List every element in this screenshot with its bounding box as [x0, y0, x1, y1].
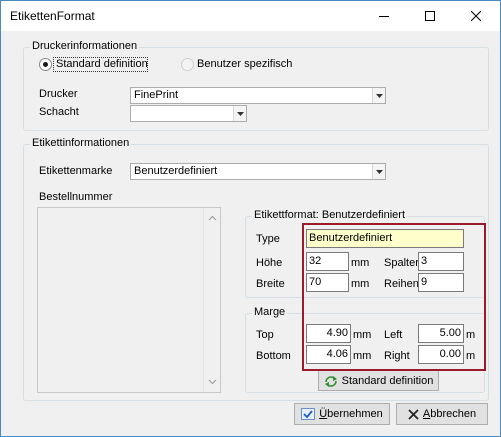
- dialog-window: EtikettenFormat Druckerinformationen Sta…: [0, 0, 501, 437]
- etikettenmarke-select-value: Benutzerdefiniert: [134, 165, 218, 177]
- drucker-label: Drucker: [39, 88, 78, 100]
- schacht-select[interactable]: [130, 105, 247, 122]
- bottom-label: Bottom: [256, 350, 291, 362]
- breite-label: Breite: [256, 278, 285, 290]
- title-bar: EtikettenFormat: [1, 1, 500, 31]
- maximize-icon: [425, 11, 435, 21]
- abbrechen-button-label: Abbrechen: [423, 408, 476, 420]
- scroll-up-icon[interactable]: [208, 214, 217, 223]
- dropdown-arrow-icon[interactable]: [372, 88, 385, 103]
- radio-benutzer-label[interactable]: Benutzer spezifisch: [197, 58, 292, 70]
- highlight-frame: [302, 223, 486, 371]
- radio-benutzer-spezifisch[interactable]: [181, 58, 194, 71]
- marge-legend: Marge: [252, 306, 288, 318]
- scroll-down-icon[interactable]: [208, 377, 217, 386]
- standard-definition-button-label: Standard definition: [341, 374, 434, 387]
- maximize-button[interactable]: [407, 1, 453, 31]
- top-label: Top: [256, 329, 274, 341]
- uebernehmen-button-label: Übernehmen: [319, 408, 383, 420]
- drucker-select[interactable]: FinePrint: [130, 87, 386, 104]
- checkmark-icon: [301, 408, 316, 420]
- etikettinformationen-legend: Etikettinformationen: [30, 137, 132, 149]
- vertical-scrollbar[interactable]: [203, 208, 220, 392]
- etikettenmarke-label: Etikettenmarke: [39, 165, 113, 177]
- drucker-select-value: FinePrint: [134, 89, 179, 101]
- etikettenmarke-select[interactable]: Benutzerdefiniert: [130, 163, 386, 180]
- dropdown-arrow-icon[interactable]: [372, 164, 385, 179]
- bestellnummer-list[interactable]: [37, 207, 221, 393]
- hoehe-label: Höhe: [256, 257, 283, 269]
- minimize-icon: [379, 16, 389, 17]
- abbrechen-button[interactable]: Abbrechen: [396, 403, 488, 425]
- minimize-button[interactable]: [361, 1, 407, 31]
- etikettformat-legend: Etikettformat: Benutzerdefiniert: [252, 209, 408, 221]
- typ-label: Type: [256, 233, 280, 245]
- radio-standard-label[interactable]: Standard definition: [56, 58, 148, 70]
- x-cross-icon: [408, 408, 419, 420]
- radio-standard-definition[interactable]: [39, 58, 52, 71]
- druckerinformationen-legend: Druckerinformationen: [30, 40, 140, 52]
- uebernehmen-rest: bernehmen: [327, 408, 383, 420]
- close-button[interactable]: [453, 1, 499, 31]
- close-icon: [471, 11, 481, 21]
- uebernehmen-mnemonic: Ü: [319, 408, 328, 420]
- window-title: EtikettenFormat: [10, 9, 95, 23]
- uebernehmen-button[interactable]: Übernehmen: [294, 403, 390, 425]
- standard-definition-button[interactable]: Standard definition: [318, 370, 439, 391]
- abbrechen-rest: bbrechen: [430, 408, 477, 420]
- schacht-label: Schacht: [39, 106, 79, 118]
- dropdown-arrow-icon[interactable]: [233, 106, 246, 121]
- refresh-icon: [324, 375, 338, 387]
- bestellnummer-label: Bestellnummer: [39, 191, 113, 203]
